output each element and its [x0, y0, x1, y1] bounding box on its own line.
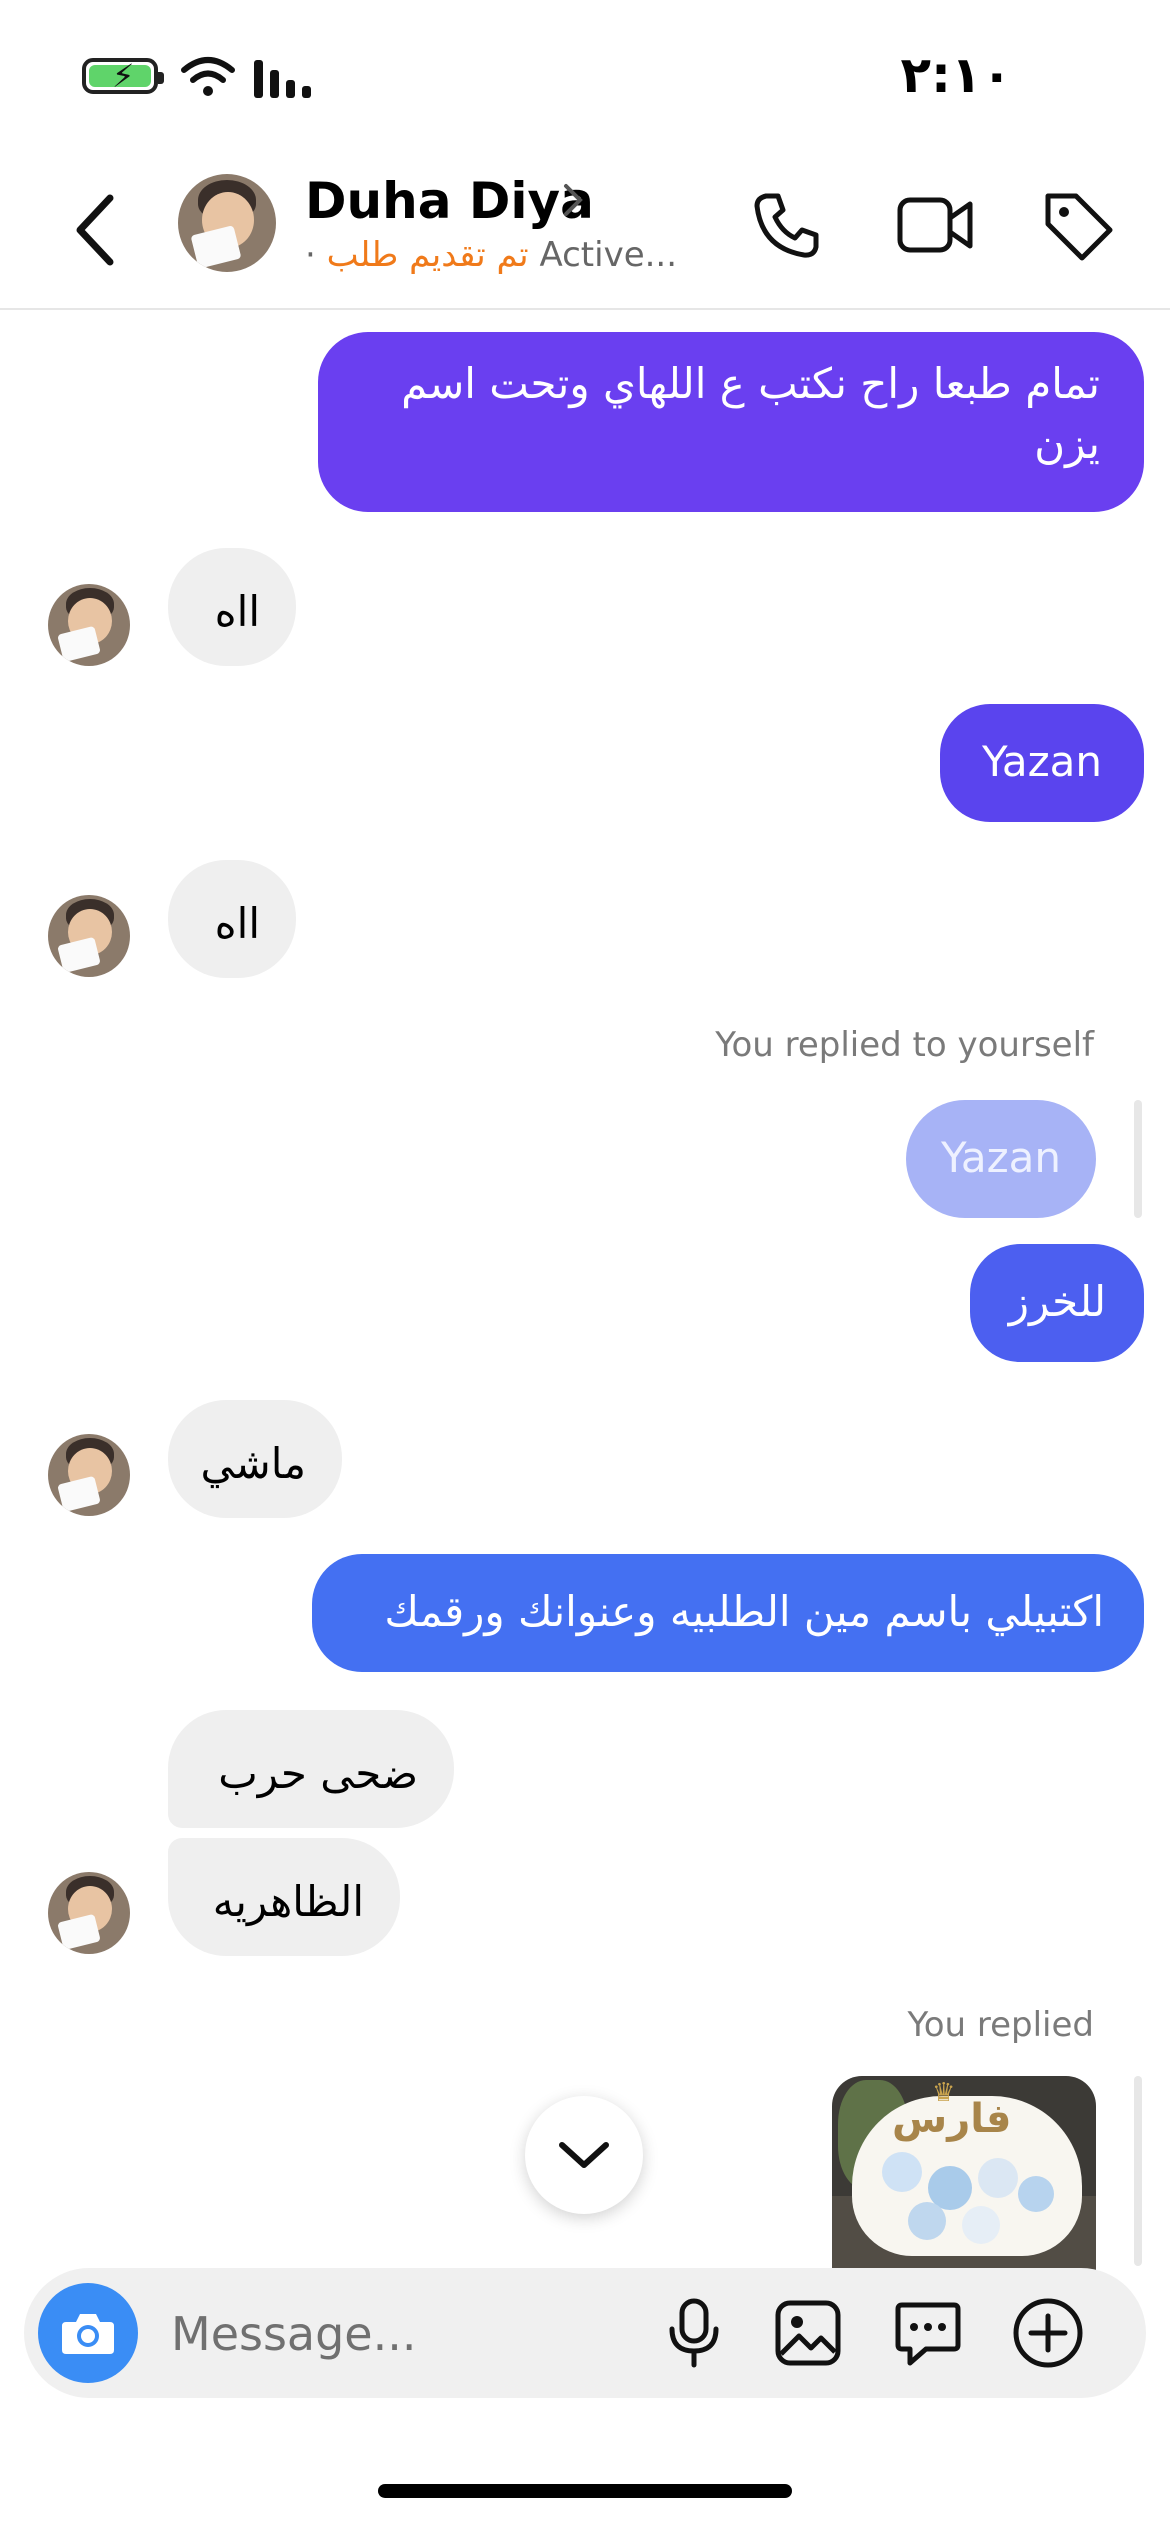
replied-image[interactable]: فارس ♛ [832, 2076, 1096, 2276]
reply-label: You replied [907, 2005, 1094, 2045]
microphone-icon [669, 2298, 719, 2368]
chat-header: Duha Diya · تم تقديم طلب Active... [0, 150, 1170, 310]
contact-name[interactable]: Duha Diya [305, 172, 594, 230]
add-button[interactable] [1008, 2293, 1088, 2373]
message-incoming[interactable]: الظاهريه [168, 1838, 400, 1956]
message-outgoing[interactable]: تمام طبعا راح نكتب ع اللهاي وتحت اسم يزن [318, 332, 1144, 512]
message-incoming[interactable]: ماشي [168, 1400, 342, 1518]
avatar[interactable] [178, 174, 276, 272]
sticker-icon [895, 2302, 961, 2366]
message-outgoing[interactable]: اكتبيلي باسم مين الطلبيه وعنوانك ورقمك [312, 1554, 1144, 1672]
camera-icon [62, 2314, 114, 2354]
message-outgoing[interactable]: للخرز [970, 1244, 1144, 1362]
home-indicator[interactable] [378, 2484, 792, 2498]
scroll-to-bottom-button[interactable] [525, 2096, 643, 2214]
battery-icon: ⚡ [82, 58, 164, 94]
message-incoming[interactable]: ااه [168, 860, 296, 978]
phone-icon[interactable] [752, 190, 822, 260]
status-dot: · [305, 235, 316, 275]
reply-scrollbar [1134, 2076, 1142, 2266]
tag-icon[interactable] [1040, 188, 1116, 264]
signal-icon [254, 60, 311, 98]
chevron-down-icon [559, 2142, 609, 2168]
avatar[interactable] [48, 1872, 130, 1954]
gallery-icon [775, 2300, 841, 2366]
plus-icon [1013, 2298, 1083, 2368]
message-incoming[interactable]: ااه [168, 548, 296, 666]
sticker-button[interactable] [888, 2293, 968, 2373]
order-status: تم تقديم طلب [326, 235, 529, 275]
avatar[interactable] [48, 1434, 130, 1516]
microphone-button[interactable] [654, 2293, 734, 2373]
message-input[interactable] [169, 2298, 633, 2370]
status-time: ٢:١٠ [900, 46, 1012, 104]
reply-scrollbar [1134, 1100, 1142, 1218]
chevron-right-icon[interactable] [560, 180, 586, 220]
back-icon[interactable] [70, 190, 120, 270]
reply-label: You replied to yourself [715, 1025, 1094, 1065]
avatar[interactable] [48, 895, 130, 977]
message-outgoing[interactable]: Yazan [940, 704, 1144, 822]
activity-status: Active... [539, 235, 678, 275]
camera-button[interactable] [38, 2283, 138, 2383]
avatar[interactable] [48, 584, 130, 666]
gallery-button[interactable] [768, 2293, 848, 2373]
message-incoming[interactable]: ضحى حرب [168, 1710, 454, 1828]
video-icon[interactable] [896, 192, 976, 258]
contact-subtitle: · تم تقديم طلب Active... [305, 235, 677, 275]
wifi-icon [181, 57, 235, 96]
quoted-message[interactable]: Yazan [906, 1100, 1096, 1218]
message-composer [24, 2268, 1146, 2398]
